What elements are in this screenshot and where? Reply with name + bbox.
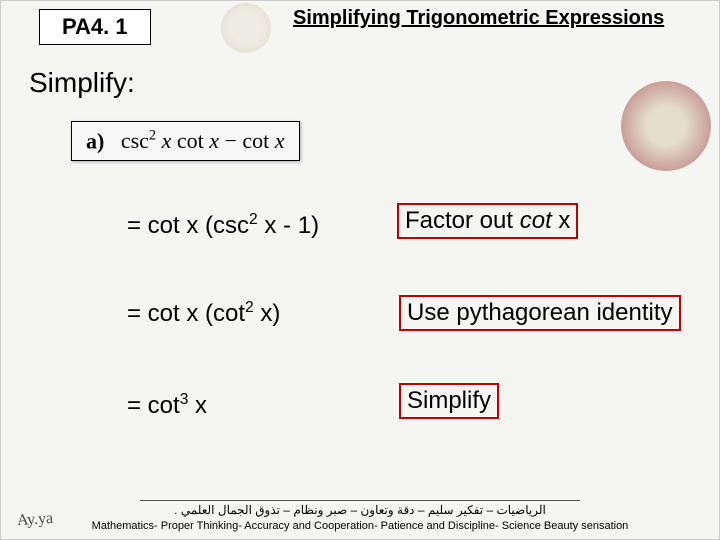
step-2-expression: = cot x (cot2 x) <box>127 299 280 328</box>
step-3-hint: Simplify <box>399 383 499 419</box>
problem-label: a) <box>86 128 104 153</box>
step-1-expression: = cot x (csc2 x - 1) <box>127 211 319 240</box>
problem-box: a) csc2 x cot x − cot x <box>71 121 300 161</box>
footer-english: Mathematics- Proper Thinking- Accuracy a… <box>1 519 719 533</box>
small-logo <box>221 3 271 53</box>
lesson-code: PA4. 1 <box>39 9 151 45</box>
footer-arabic: الرياضيات – تفكير سليم – دقة وتعاون – صب… <box>140 500 580 519</box>
footer: الرياضيات – تفكير سليم – دقة وتعاون – صب… <box>1 500 719 533</box>
problem-expression: csc2 x cot x − cot x <box>121 128 285 153</box>
step-1-hint: Factor out cot x <box>397 203 578 239</box>
prompt-label: Simplify: <box>29 67 135 99</box>
large-logo <box>621 81 711 171</box>
slide-title: Simplifying Trigonometric Expressions <box>293 7 664 30</box>
step-2-hint: Use pythagorean identity <box>399 295 681 331</box>
step-3-expression: = cot3 x <box>127 391 207 420</box>
